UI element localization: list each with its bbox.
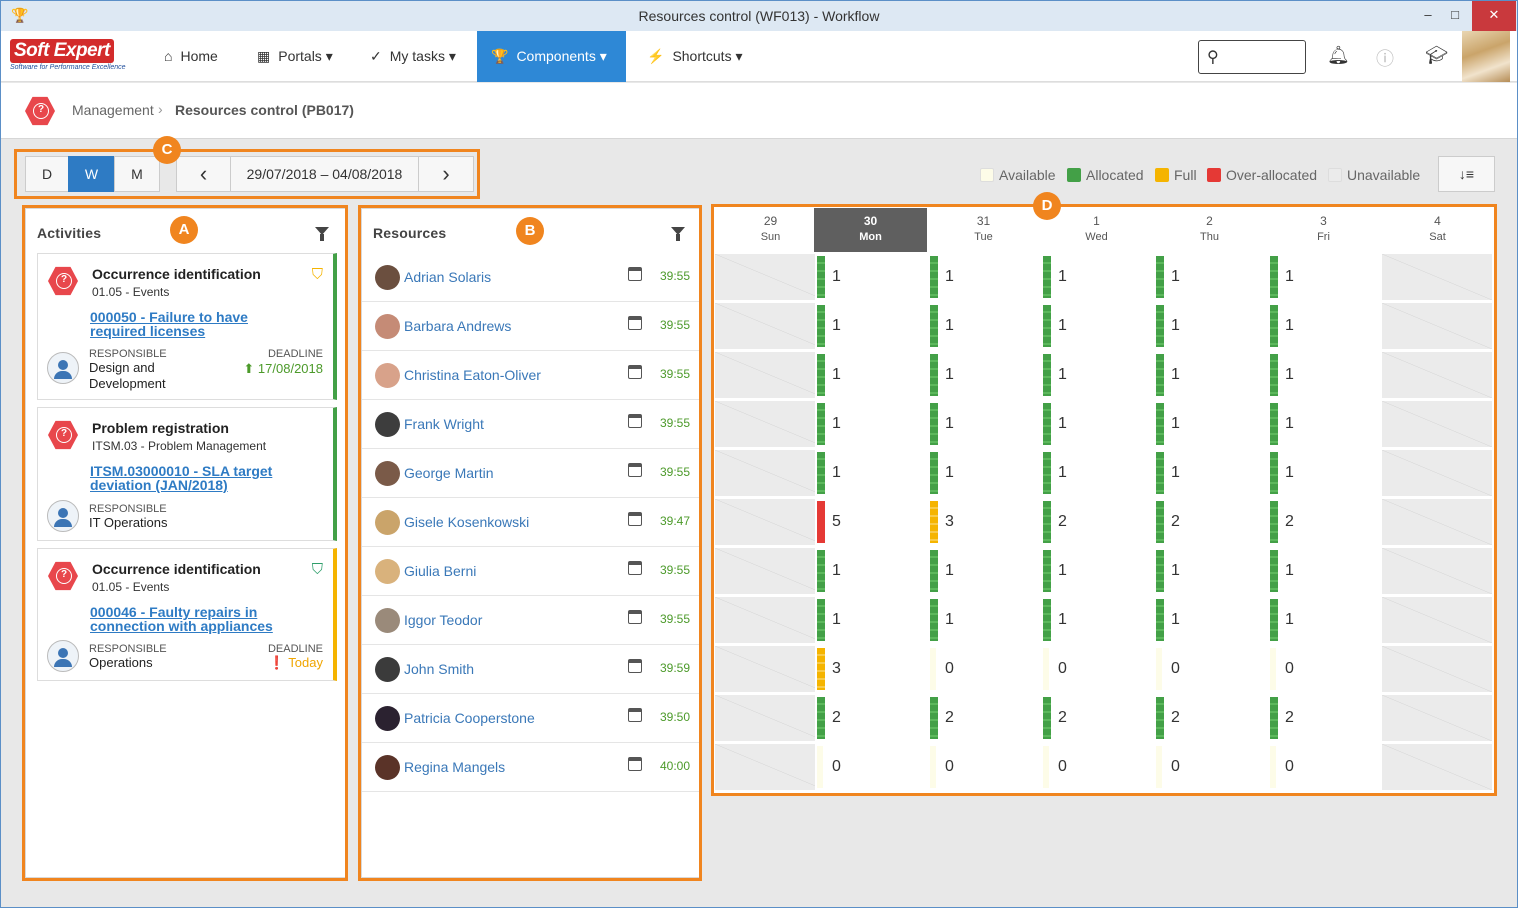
- logo-tagline: Software for Performance Excellence: [10, 64, 126, 71]
- page-title: Resources control (PB017): [175, 102, 354, 118]
- nav-my-tasks-label: My tasks: [389, 48, 445, 64]
- chevron-down-icon: ▾: [599, 48, 607, 64]
- home-icon: ⌂: [164, 48, 173, 64]
- legend-full: Full: [1155, 167, 1197, 183]
- title-bar: 🏆 Resources control (WF013) - Workflow –…: [1, 1, 1517, 31]
- nav-home[interactable]: ⌂ Home: [150, 31, 232, 82]
- minimize-button[interactable]: –: [1414, 1, 1442, 31]
- top-navbar: Soft Expert Software for Performance Exc…: [1, 31, 1517, 82]
- legend-available: Available: [980, 167, 1056, 183]
- breadcrumb: Management › Resources control (PB017): [1, 83, 1517, 139]
- nav-shortcuts[interactable]: ⚡ Shortcuts ▾: [633, 31, 757, 82]
- help-icon[interactable]: ⓘ: [1376, 45, 1394, 71]
- close-button[interactable]: ✕: [1472, 1, 1516, 31]
- grid-icon: ▦: [257, 48, 271, 64]
- user-avatar[interactable]: [1462, 31, 1510, 82]
- legend-swatch: [980, 168, 994, 182]
- legend-label: Allocated: [1086, 167, 1144, 183]
- annotation-box-c: [14, 149, 480, 199]
- workflow-icon: [25, 96, 55, 126]
- nav-portals-label: Portals: [278, 48, 322, 64]
- legend-over-allocated: Over-allocated: [1207, 167, 1317, 183]
- app-window: 🏆 Resources control (WF013) - Workflow –…: [0, 0, 1518, 908]
- annotation-badge-b: B: [516, 217, 544, 245]
- legend-allocated: Allocated: [1067, 167, 1144, 183]
- chevron-down-icon: ▾: [325, 48, 333, 64]
- nav-shortcuts-label: Shortcuts: [672, 48, 732, 64]
- chevron-down-icon: ▾: [448, 48, 456, 64]
- trophy-icon: 🏆: [491, 48, 509, 64]
- legend-label: Unavailable: [1347, 167, 1421, 183]
- breadcrumb-separator-icon: ›: [158, 101, 163, 117]
- search-icon: ⚲: [1207, 49, 1219, 66]
- breadcrumb-parent[interactable]: Management: [72, 102, 154, 118]
- maximize-button[interactable]: □: [1441, 1, 1469, 31]
- bolt-icon: ⚡: [647, 48, 665, 64]
- logo-text: Soft Expert: [10, 39, 114, 63]
- window-title: Resources control (WF013) - Workflow: [638, 8, 880, 24]
- annotation-badge-d: D: [1033, 192, 1061, 220]
- annotation-box-b: [358, 205, 702, 881]
- nav-portals[interactable]: ▦ Portals ▾: [243, 31, 347, 82]
- legend-swatch: [1155, 168, 1169, 182]
- nav-components[interactable]: 🏆 Components ▾: [477, 31, 626, 82]
- nav-components-label: Components: [516, 48, 596, 64]
- legend-swatch: [1067, 168, 1081, 182]
- nav-my-tasks[interactable]: ✓ My tasks ▾: [356, 31, 470, 82]
- legend-swatch: [1207, 168, 1221, 182]
- search-input[interactable]: ⚲: [1198, 40, 1306, 74]
- nav-home-label: Home: [180, 48, 218, 64]
- legend-swatch: [1328, 168, 1342, 182]
- logo[interactable]: Soft Expert Software for Performance Exc…: [10, 39, 140, 75]
- annotation-box-d: [711, 204, 1497, 796]
- legend-label: Over-allocated: [1226, 167, 1318, 183]
- legend-label: Available: [999, 167, 1056, 183]
- legend-label: Full: [1174, 167, 1197, 183]
- annotation-badge-c: C: [153, 136, 181, 164]
- legend-unavailable: Unavailable: [1328, 167, 1420, 183]
- sort-button[interactable]: ↓≡: [1438, 156, 1495, 192]
- bell-icon[interactable]: 🔔︎: [1327, 45, 1350, 66]
- annotation-badge-a: A: [170, 216, 198, 244]
- annotation-box-a: [22, 205, 348, 881]
- graduation-cap-icon[interactable]: 🎓︎: [1425, 45, 1448, 66]
- check-icon: ✓: [370, 48, 382, 64]
- chevron-down-icon: ▾: [735, 48, 743, 64]
